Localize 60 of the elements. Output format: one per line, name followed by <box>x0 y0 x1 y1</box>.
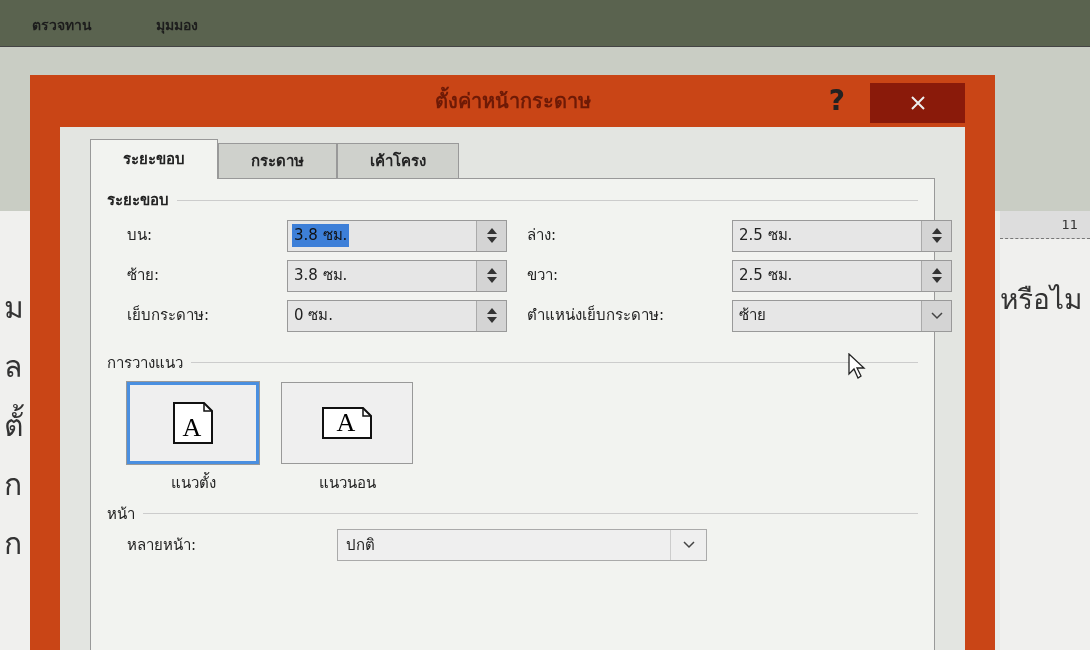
dropdown-field[interactable]: ซ้าย <box>732 299 952 332</box>
page-letter-icon: A <box>322 407 372 439</box>
up-arrow-icon <box>931 268 942 274</box>
down-arrow-icon <box>486 317 497 323</box>
dialog-tab[interactable]: กระดาษ <box>218 143 337 179</box>
up-arrow-icon <box>486 308 497 314</box>
spin-buttons[interactable] <box>921 260 951 291</box>
ruler-number: 11 <box>1061 215 1078 234</box>
field-label: บน: <box>127 225 154 247</box>
section-heading: การวางแนว <box>107 352 183 374</box>
field-value: ซ้าย <box>738 305 767 327</box>
spin-field[interactable]: 2.5 ซม. <box>732 219 952 252</box>
spin-buttons[interactable] <box>476 220 506 251</box>
page-letter-icon: A <box>173 402 213 444</box>
field-label: ซ้าย: <box>127 265 161 287</box>
spin-field[interactable]: 3.8 ซม. <box>287 219 507 252</box>
section-heading: หน้า <box>107 503 135 525</box>
field-label: หลายหน้า: <box>127 534 198 556</box>
field-value: 2.5 ซม. <box>738 265 794 287</box>
spin-field[interactable]: 2.5 ซม. <box>732 259 952 292</box>
document-text: ม <box>4 289 25 327</box>
document-text: หรือไม <box>1000 282 1083 318</box>
field-label: ขวา: <box>527 265 560 287</box>
chevron-down-icon <box>930 311 943 320</box>
field-value: 3.8 ซม. <box>292 224 350 247</box>
spin-buttons[interactable] <box>921 220 951 251</box>
chevron-down-icon <box>682 541 695 549</box>
up-arrow-icon <box>486 268 497 274</box>
field-value: 0 ซม. <box>293 305 335 327</box>
orientation-option[interactable]: A <box>127 382 259 464</box>
spin-buttons[interactable] <box>476 300 506 331</box>
close-icon <box>910 96 925 110</box>
down-arrow-icon <box>931 277 942 283</box>
mouse-pointer-icon <box>848 353 868 379</box>
document-text: ก <box>4 525 23 563</box>
up-arrow-icon <box>486 228 497 234</box>
spin-field[interactable]: 0 ซม. <box>287 299 507 332</box>
document-text: ก <box>4 466 23 504</box>
section-heading: ระยะขอบ <box>107 190 169 211</box>
field-label: ตำแหน่งเย็บกระดาษ: <box>527 304 666 327</box>
dialog-tab[interactable]: เค้าโครง <box>337 143 459 179</box>
spin-field[interactable]: 3.8 ซม. <box>287 259 507 292</box>
dropdown-field[interactable]: ปกติ <box>337 529 707 561</box>
dialog-title: ตั้งค่าหน้ากระดาษ <box>434 86 591 116</box>
field-label: ล่าง: <box>527 225 558 247</box>
dialog-tab[interactable]: ระยะขอบ <box>90 139 218 179</box>
up-arrow-icon <box>931 228 942 234</box>
down-arrow-icon <box>931 237 942 243</box>
field-value: ปกติ <box>346 534 375 556</box>
document-text: ตั้ <box>4 401 35 451</box>
document-text: ล <box>4 348 23 386</box>
orientation-label: แนวนอน <box>318 473 376 494</box>
down-arrow-icon <box>486 277 497 283</box>
field-label: เย็บกระดาษ: <box>127 304 211 327</box>
orientation-label: แนวตั้ง <box>170 472 216 494</box>
orientation-option[interactable]: A <box>281 382 413 464</box>
field-value: 3.8 ซม. <box>293 265 349 287</box>
spin-buttons[interactable] <box>476 260 506 291</box>
down-arrow-icon <box>486 237 497 243</box>
field-value: 2.5 ซม. <box>738 225 794 247</box>
